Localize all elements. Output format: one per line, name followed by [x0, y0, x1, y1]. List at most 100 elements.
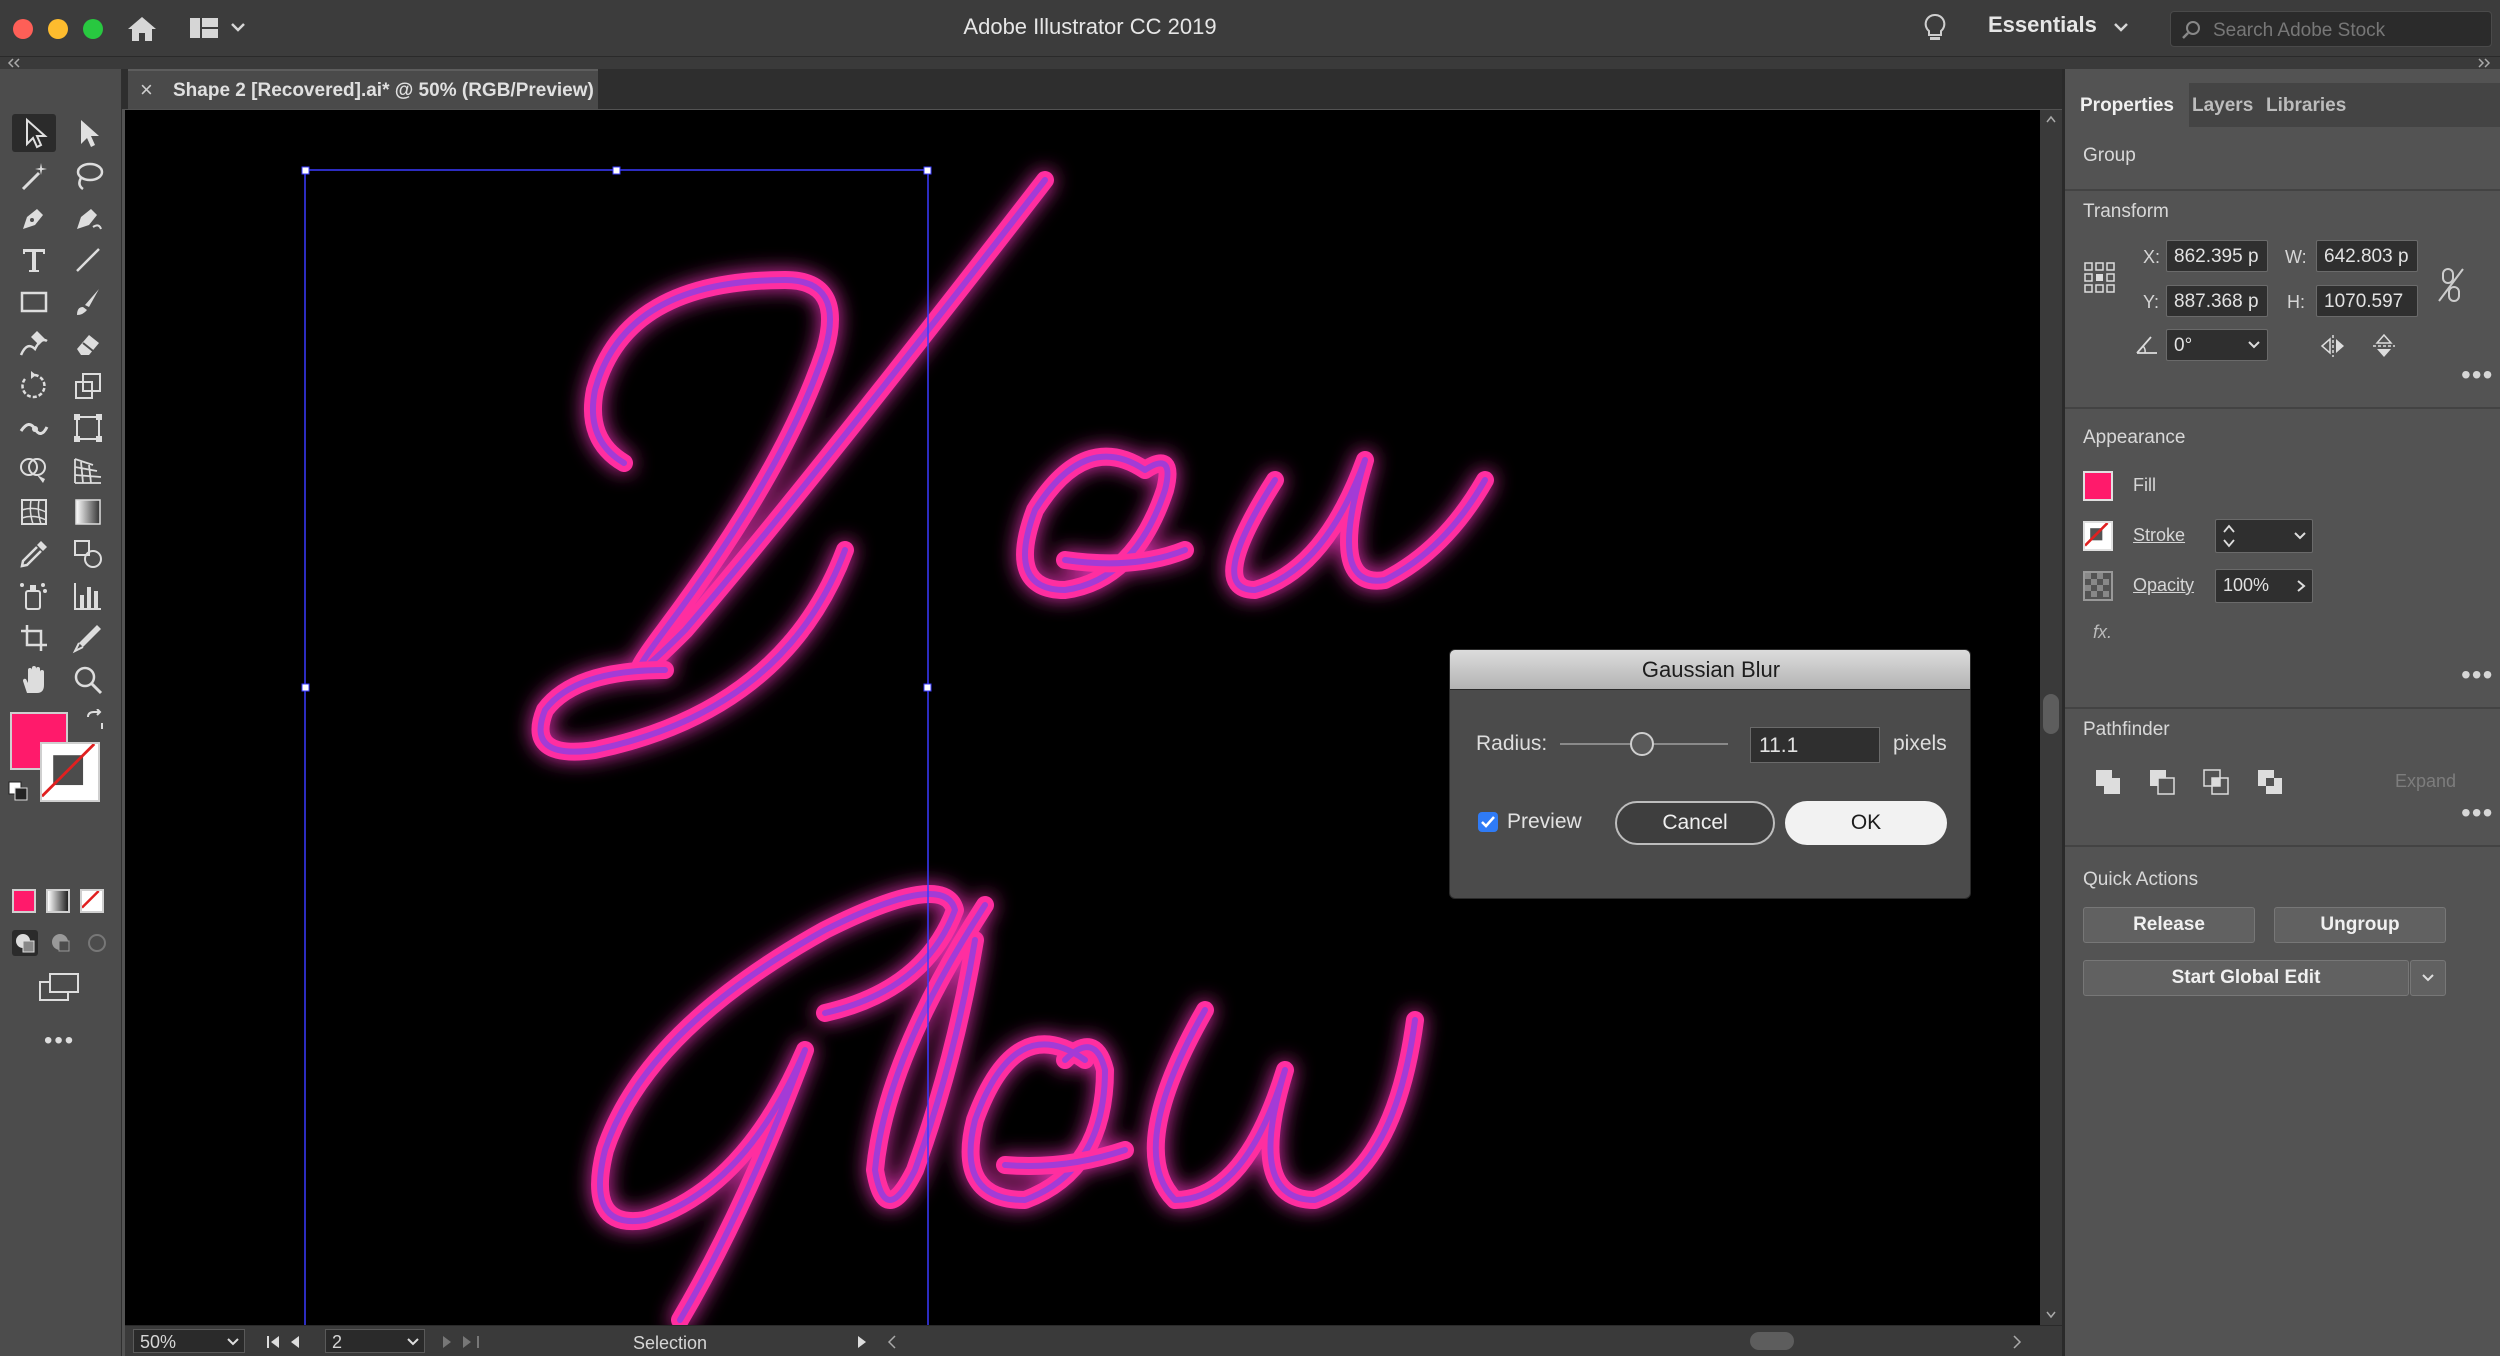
scroll-right-icon[interactable]	[2010, 1334, 2024, 1350]
draw-inside-icon[interactable]	[84, 930, 110, 956]
y-field[interactable]: 887.368 p	[2166, 285, 2268, 317]
artboard-number-field[interactable]: 2	[325, 1329, 425, 1353]
edit-toolbar-more-icon[interactable]: •••	[44, 1027, 75, 1055]
w-label: W:	[2285, 247, 2307, 267]
lightbulb-icon[interactable]	[1922, 12, 1948, 44]
eraser-tool-icon[interactable]	[66, 325, 110, 363]
gradient-mode-icon[interactable]	[46, 889, 70, 913]
swap-fill-stroke-icon[interactable]	[84, 708, 106, 731]
tab-properties[interactable]: Properties	[2065, 83, 2189, 127]
opacity-link[interactable]: Opacity	[2133, 575, 2194, 596]
default-fill-stroke-icon[interactable]	[8, 781, 28, 801]
line-segment-tool-icon[interactable]	[66, 241, 110, 279]
artboard-nav-next-icon[interactable]	[435, 1334, 487, 1350]
status-menu-icon[interactable]	[855, 1334, 869, 1350]
global-edit-options-button[interactable]	[2410, 960, 2446, 996]
workspace-switcher[interactable]: Essentials	[1988, 12, 2097, 38]
magic-wand-tool-icon[interactable]	[12, 157, 56, 195]
shaper-tool-icon[interactable]	[12, 325, 56, 363]
direct-selection-tool-icon[interactable]	[66, 114, 110, 152]
pen-tool-icon[interactable]	[12, 199, 56, 237]
appearance-more-options-icon[interactable]: •••	[2461, 659, 2493, 691]
cancel-button[interactable]: Cancel	[1615, 801, 1775, 845]
curvature-tool-icon[interactable]	[66, 199, 110, 237]
constrain-proportions-icon[interactable]	[2437, 265, 2465, 305]
draw-normal-icon[interactable]	[12, 930, 38, 956]
none-mode-icon[interactable]	[80, 889, 104, 913]
fill-color-swatch[interactable]	[2083, 471, 2113, 501]
start-global-edit-button[interactable]: Start Global Edit	[2083, 960, 2409, 996]
appearance-title: Appearance	[2083, 427, 2186, 448]
column-graph-tool-icon[interactable]	[66, 577, 110, 615]
color-mode-icon[interactable]	[12, 889, 36, 913]
fx-button[interactable]: fx.	[2093, 622, 2112, 643]
selection-tool-icon[interactable]	[12, 114, 56, 152]
screen-mode-icon[interactable]	[38, 972, 82, 1004]
slice-tool-icon[interactable]	[66, 619, 110, 657]
horizontal-scroll-thumb[interactable]	[1750, 1332, 1794, 1350]
exclude-icon[interactable]	[2255, 767, 2285, 797]
rotate-tool-icon[interactable]	[12, 367, 56, 405]
artboard-nav-prev-icon[interactable]	[265, 1334, 317, 1350]
zoom-level: 50%	[140, 1332, 177, 1352]
flip-vertical-icon[interactable]	[2371, 333, 2397, 359]
scroll-down-icon	[2046, 1311, 2056, 1319]
panel-collapse-bar[interactable]	[0, 57, 2500, 69]
opacity-field[interactable]: 100%	[2215, 569, 2313, 603]
ok-button[interactable]: OK	[1785, 801, 1947, 845]
stroke-link[interactable]: Stroke	[2133, 525, 2185, 546]
minus-front-icon[interactable]	[2147, 767, 2177, 797]
ungroup-button[interactable]: Ungroup	[2274, 907, 2446, 943]
flip-horizontal-icon[interactable]	[2320, 333, 2346, 359]
blend-tool-icon[interactable]	[66, 535, 110, 573]
tab-libraries[interactable]: Libraries	[2251, 83, 2361, 127]
rotate-angle-icon	[2135, 333, 2161, 355]
vertical-scrollbar[interactable]	[2040, 110, 2062, 1325]
transform-more-options-icon[interactable]: •••	[2461, 359, 2493, 391]
radius-slider-knob[interactable]	[1630, 732, 1654, 756]
document-tab[interactable]: × Shape 2 [Recovered].ai* @ 50% (RGB/Pre…	[128, 69, 598, 109]
x-field[interactable]: 862.395 p	[2166, 240, 2268, 272]
scroll-left-icon[interactable]	[885, 1334, 899, 1350]
scale-tool-icon[interactable]	[66, 367, 110, 405]
chevron-down-icon[interactable]	[2112, 20, 2130, 34]
preview-checkbox[interactable]	[1478, 812, 1498, 832]
release-button[interactable]: Release	[2083, 907, 2255, 943]
artboard-tool-icon[interactable]	[12, 619, 56, 657]
zoom-tool-icon[interactable]	[66, 661, 110, 699]
pathfinder-more-options-icon[interactable]: •••	[2461, 797, 2493, 829]
paintbrush-tool-icon[interactable]	[66, 283, 110, 321]
stroke-weight-field[interactable]	[2215, 519, 2313, 553]
stroke-color-swatch[interactable]	[2083, 521, 2113, 551]
zoom-level-field[interactable]: 50%	[133, 1329, 245, 1353]
type-tool-icon[interactable]	[12, 241, 56, 279]
app-title: Adobe Illustrator CC 2019	[963, 14, 1217, 39]
unite-icon[interactable]	[2093, 767, 2123, 797]
shape-builder-tool-icon[interactable]	[12, 451, 56, 489]
preview-label[interactable]: Preview	[1507, 810, 1582, 834]
h-field[interactable]: 1070.597	[2316, 285, 2418, 317]
rotate-angle-field[interactable]: 0°	[2166, 329, 2268, 361]
w-field[interactable]: 642.803 p	[2316, 240, 2418, 272]
eyedropper-tool-icon[interactable]	[12, 535, 56, 573]
gradient-tool-icon[interactable]	[66, 493, 110, 531]
lasso-tool-icon[interactable]	[66, 157, 110, 195]
expand-button[interactable]: Expand	[2395, 771, 2456, 792]
vertical-scroll-thumb[interactable]	[2043, 694, 2059, 734]
width-tool-icon[interactable]	[12, 409, 56, 447]
hand-tool-icon[interactable]	[12, 661, 56, 699]
chevron-down-icon	[2294, 532, 2306, 540]
radius-input[interactable]: 11.1	[1750, 727, 1880, 763]
perspective-grid-tool-icon[interactable]	[66, 451, 110, 489]
intersect-icon[interactable]	[2201, 767, 2231, 797]
draw-behind-icon[interactable]	[48, 930, 74, 956]
reference-point-icon[interactable]	[2083, 261, 2117, 295]
mesh-tool-icon[interactable]	[12, 493, 56, 531]
close-tab-icon[interactable]: ×	[140, 77, 153, 103]
symbol-sprayer-tool-icon[interactable]	[12, 577, 56, 615]
rectangle-tool-icon[interactable]	[12, 283, 56, 321]
free-transform-tool-icon[interactable]	[66, 409, 110, 447]
stock-search-input[interactable]: Search Adobe Stock	[2170, 11, 2492, 47]
stroke-swatch[interactable]	[40, 742, 100, 802]
dialog-title-bar[interactable]: Gaussian Blur	[1450, 650, 1970, 690]
